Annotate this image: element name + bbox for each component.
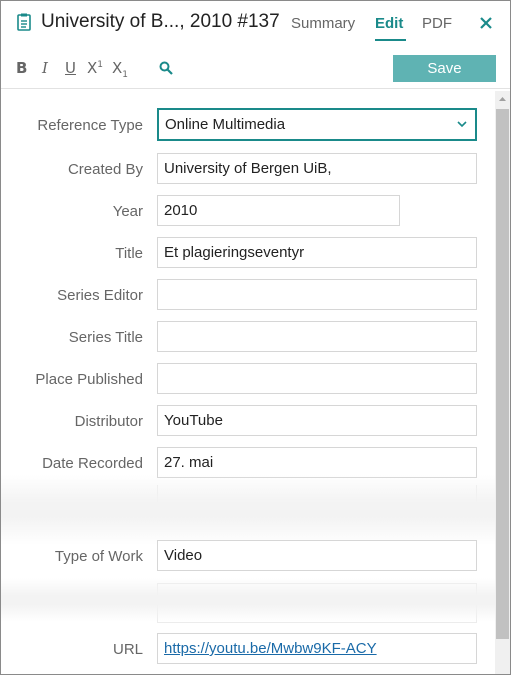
save-button[interactable]: Save bbox=[393, 55, 496, 82]
series-title-label: Series Title bbox=[68, 329, 143, 346]
place-published-field[interactable] bbox=[157, 363, 477, 394]
series-editor-field[interactable] bbox=[157, 279, 477, 310]
distributor-field[interactable]: YouTube bbox=[157, 405, 477, 436]
faded-band bbox=[1, 578, 495, 622]
subscript-button[interactable]: X1 bbox=[112, 59, 128, 80]
type-of-work-label: Type of Work bbox=[54, 548, 143, 565]
close-icon[interactable] bbox=[477, 14, 495, 32]
url-link[interactable]: https://youtu.be/Mwbw9KF-ACY bbox=[164, 640, 377, 657]
bold-button[interactable]: B bbox=[16, 59, 27, 77]
year-field[interactable]: 2010 bbox=[157, 195, 400, 226]
place-published-label: Place Published bbox=[35, 371, 143, 388]
italic-button[interactable]: I bbox=[42, 59, 48, 77]
active-tab-indicator bbox=[375, 39, 406, 41]
url-field[interactable]: https://youtu.be/Mwbw9KF-ACY bbox=[157, 633, 477, 664]
underline-button[interactable]: U bbox=[65, 59, 76, 77]
formatting-toolbar: B I U X1 X1 Save bbox=[1, 47, 510, 89]
search-icon[interactable] bbox=[159, 61, 173, 75]
clipboard-icon bbox=[17, 13, 31, 31]
superscript-button[interactable]: X1 bbox=[87, 59, 103, 77]
reference-form: Reference Type Online Multimedia Created… bbox=[1, 90, 495, 674]
faded-band bbox=[1, 475, 495, 545]
series-editor-label: Series Editor bbox=[57, 287, 143, 304]
type-of-work-field[interactable]: Video bbox=[157, 540, 477, 571]
created-by-field[interactable]: University of Bergen UiB, bbox=[157, 153, 477, 184]
date-recorded-label: Date Recorded bbox=[42, 455, 143, 472]
tab-summary[interactable]: Summary bbox=[291, 15, 355, 32]
url-label: URL bbox=[112, 641, 143, 658]
reference-type-label: Reference Type bbox=[37, 117, 143, 134]
chevron-down-icon bbox=[457, 121, 467, 128]
tab-edit[interactable]: Edit bbox=[375, 15, 403, 32]
subscript-base: X bbox=[112, 59, 123, 77]
reference-title: University of B..., 2010 #137 bbox=[41, 11, 280, 32]
reference-type-value: Online Multimedia bbox=[165, 116, 286, 133]
scrollbar-thumb[interactable] bbox=[496, 109, 509, 639]
created-by-label: Created By bbox=[67, 161, 143, 178]
year-label: Year bbox=[112, 203, 143, 220]
reference-type-select[interactable]: Online Multimedia bbox=[157, 108, 477, 141]
scroll-up-icon[interactable] bbox=[495, 91, 510, 107]
title-field[interactable]: Et plagieringseventyr bbox=[157, 237, 477, 268]
superscript-base: X bbox=[87, 59, 98, 77]
subscript-mark: 1 bbox=[122, 70, 129, 80]
date-recorded-field[interactable]: 27. mai bbox=[157, 447, 477, 478]
series-title-field[interactable] bbox=[157, 321, 477, 352]
tab-pdf[interactable]: PDF bbox=[422, 15, 452, 32]
header: University of B..., 2010 #137 Summary Ed… bbox=[1, 1, 510, 47]
distributor-label: Distributor bbox=[74, 413, 143, 430]
superscript-mark: 1 bbox=[97, 60, 104, 70]
reference-editor-window: University of B..., 2010 #137 Summary Ed… bbox=[0, 0, 511, 675]
title-label: Title bbox=[115, 245, 143, 262]
